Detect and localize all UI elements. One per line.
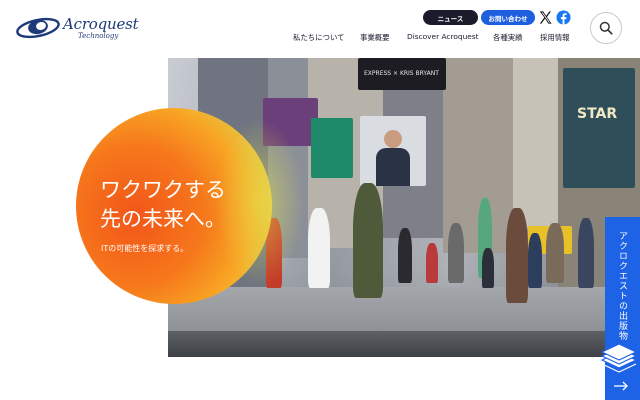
brand-name: Acroquest (63, 15, 139, 33)
contact-button[interactable]: お問い合わせ (481, 10, 535, 25)
brand-logo[interactable]: Acroquest Technology (16, 14, 140, 42)
arrow-right-icon[interactable] (613, 381, 629, 391)
search-icon (599, 21, 613, 35)
hero-headline: ワクワクする 先の未来へ。 (100, 176, 226, 234)
news-button[interactable]: ニュース (423, 10, 478, 25)
hero-headline-line2: 先の未来へ。 (100, 207, 226, 231)
billboard: EXPRESS × KRIS BRYANT (358, 58, 446, 90)
billboard-text: STAR (577, 106, 618, 122)
brand-tagline: Technology (78, 32, 119, 40)
hero-subline: ITの可能性を探求する。 (101, 244, 189, 253)
publications-tab-label: アクロクエストの出版物 (617, 231, 627, 341)
search-button[interactable] (590, 12, 622, 44)
plaza-step (168, 331, 640, 357)
nav-item-discover[interactable]: Discover Acroquest (407, 32, 479, 41)
books-icon (600, 343, 638, 373)
x-logo-icon[interactable] (538, 10, 553, 25)
nav-item-business[interactable]: 事業概要 (360, 32, 390, 43)
hero-orb-glow (215, 118, 305, 288)
nav-item-about[interactable]: 私たちについて (293, 32, 345, 43)
acroquest-logo-icon (16, 17, 60, 39)
facebook-icon[interactable] (556, 10, 571, 25)
billboard-text: EXPRESS × KRIS BRYANT (364, 70, 439, 77)
billboard (311, 118, 353, 178)
nav-item-achievements[interactable]: 各種実績 (493, 32, 523, 43)
nav-item-recruit[interactable]: 採用情報 (540, 32, 570, 43)
hero-headline-line1: ワクワクする (100, 178, 226, 202)
billboard-man (360, 116, 426, 186)
billboard: STAR (563, 68, 635, 188)
